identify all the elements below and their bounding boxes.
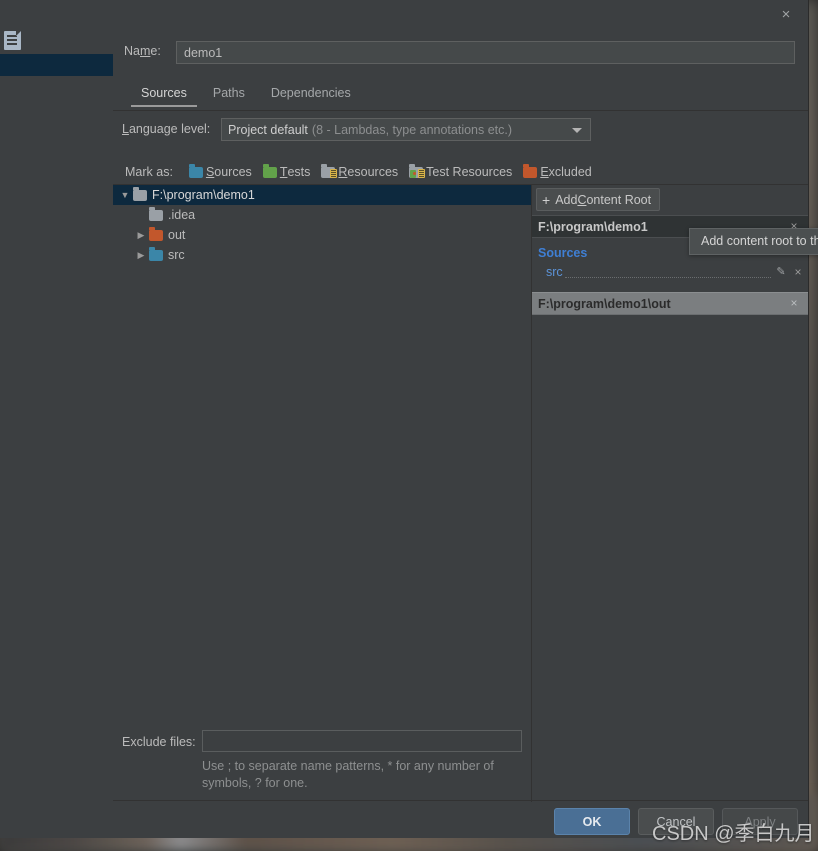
mark-as-test-resources-label: Test Resources — [426, 165, 513, 179]
folder-orange-icon — [523, 163, 538, 178]
content-roots-panel: + Add Content Root F:\program\demo1 × Sou… — [532, 185, 808, 802]
module-icon — [4, 31, 21, 50]
content-root-header: F:\program\demo1\out × — [532, 292, 808, 315]
add-content-root-post: ontent Root — [586, 192, 652, 207]
directory-tree[interactable]: ▼ F:\program\demo1 .idea ▶ out ▶ src — [113, 185, 532, 802]
source-folder-entry[interactable]: src ✎ × — [532, 262, 808, 281]
source-folder-name: src — [546, 264, 563, 279]
language-level-mnemonic: L — [122, 122, 129, 136]
tree-row[interactable]: ▼ F:\program\demo1 — [113, 185, 531, 205]
mark-as-excluded[interactable]: Excluded — [523, 163, 592, 179]
tree-row[interactable]: ▶ out — [113, 225, 531, 245]
entry-dotted-leader — [564, 266, 771, 278]
tree-row-label: src — [168, 248, 185, 262]
mark-as-excluded-label: xcluded — [548, 165, 592, 179]
content-root-path: F:\program\demo1 — [538, 219, 648, 234]
mark-as-tests[interactable]: Tests — [262, 163, 311, 179]
cancel-button[interactable]: Cancel — [638, 808, 714, 835]
tab-bar: Sources Paths Dependencies — [128, 84, 364, 107]
remove-content-root-icon[interactable]: × — [787, 296, 801, 310]
edit-pencil-icon[interactable]: ✎ — [774, 265, 788, 278]
folder-icon — [133, 186, 147, 201]
tree-row-label: out — [168, 228, 186, 242]
content-root-path: F:\program\demo1\out — [538, 296, 671, 311]
ide-window: × Name: Sources Paths Dependencies Langu… — [0, 0, 818, 838]
folder-test-resources-icon — [409, 163, 426, 178]
remove-source-folder-icon[interactable]: × — [788, 265, 808, 279]
mark-as-label: Mark as: — [125, 165, 173, 179]
mark-as-resources-label: esources — [347, 165, 399, 179]
exclude-files-hint: Use ; to separate name patterns, * for a… — [202, 759, 494, 790]
name-label: Name: — [124, 44, 161, 58]
mark-as-sources-mnemonic: S — [205, 165, 215, 179]
folder-blue-icon — [188, 163, 203, 178]
language-level-select[interactable]: Project default (8 - Lambdas, type annot… — [221, 118, 591, 141]
ide-selected-row[interactable] — [0, 54, 113, 76]
language-level-label-rest: anguage level: — [128, 122, 211, 136]
module-name-input[interactable] — [176, 41, 795, 64]
expand-collapse-icon[interactable]: ▶ — [133, 225, 149, 245]
language-level-hint: (8 - Lambdas, type annotations etc.) — [311, 122, 513, 137]
tree-row[interactable]: .idea — [113, 205, 531, 225]
mark-as-test-resources[interactable]: Test Resources — [409, 163, 513, 179]
screenshot-root: × Name: Sources Paths Dependencies Langu… — [0, 0, 818, 851]
exclude-files-input[interactable] — [202, 730, 522, 752]
name-label-mnemonic: m — [139, 44, 151, 58]
language-level-row: Language level: Project default (8 - Lam… — [113, 118, 808, 142]
exclude-files-label: Exclude files: — [122, 735, 196, 749]
name-row: Name: — [113, 41, 808, 65]
tab-sources[interactable]: Sources — [128, 84, 200, 107]
tooltip: Add content root to the module — [689, 228, 818, 255]
tree-row[interactable]: ▶ src — [113, 245, 531, 265]
tab-paths[interactable]: Paths — [200, 84, 258, 107]
mark-as-tests-mnemonic: T — [279, 165, 288, 179]
tree-row-label: .idea — [168, 208, 196, 222]
chevron-down-icon — [572, 128, 582, 133]
folder-resources-icon — [321, 163, 338, 178]
tab-separator — [113, 110, 808, 111]
add-content-root-button[interactable]: + Add Content Root — [536, 188, 661, 211]
apply-button[interactable]: Apply — [722, 808, 798, 835]
folder-green-icon — [262, 163, 277, 178]
folder-icon — [149, 206, 163, 221]
mark-as-resources-mnemonic: R — [338, 165, 348, 179]
tree-row-label: F:\program\demo1 — [152, 188, 255, 202]
language-level-value: Project default — [228, 122, 308, 137]
mark-as-sources-label: ources — [214, 165, 252, 179]
add-content-root-pre: Add — [555, 192, 578, 207]
tab-dependencies[interactable]: Dependencies — [258, 84, 364, 107]
add-content-root-mnemonic: C — [577, 192, 587, 207]
dialog-titlebar: × — [113, 0, 808, 28]
folder-icon — [149, 226, 163, 241]
sources-panels: ▼ F:\program\demo1 .idea ▶ out ▶ src + A… — [113, 184, 808, 802]
ide-left-panel — [0, 0, 114, 838]
expand-collapse-icon[interactable]: ▶ — [133, 245, 149, 265]
mark-as-resources[interactable]: Resources — [321, 163, 399, 179]
name-label-post: e: — [150, 44, 161, 58]
project-structure-dialog: × Name: Sources Paths Dependencies Langu… — [113, 0, 818, 838]
mark-as-row: Mark as: Sources Tests Resources Test Re… — [113, 162, 603, 182]
plus-icon: + — [542, 191, 551, 208]
ok-button[interactable]: OK — [554, 808, 630, 835]
expand-collapse-icon[interactable]: ▼ — [117, 185, 133, 205]
close-icon[interactable]: × — [776, 5, 796, 25]
mark-as-tests-label: ests — [287, 165, 311, 179]
name-label-pre: Na — [124, 44, 140, 58]
mark-as-excluded-mnemonic: E — [540, 165, 549, 179]
mark-as-sources[interactable]: Sources — [188, 163, 252, 179]
folder-icon — [149, 246, 163, 261]
dialog-button-bar: OK Cancel Apply — [113, 800, 808, 838]
language-level-label: Language level: — [122, 122, 210, 136]
